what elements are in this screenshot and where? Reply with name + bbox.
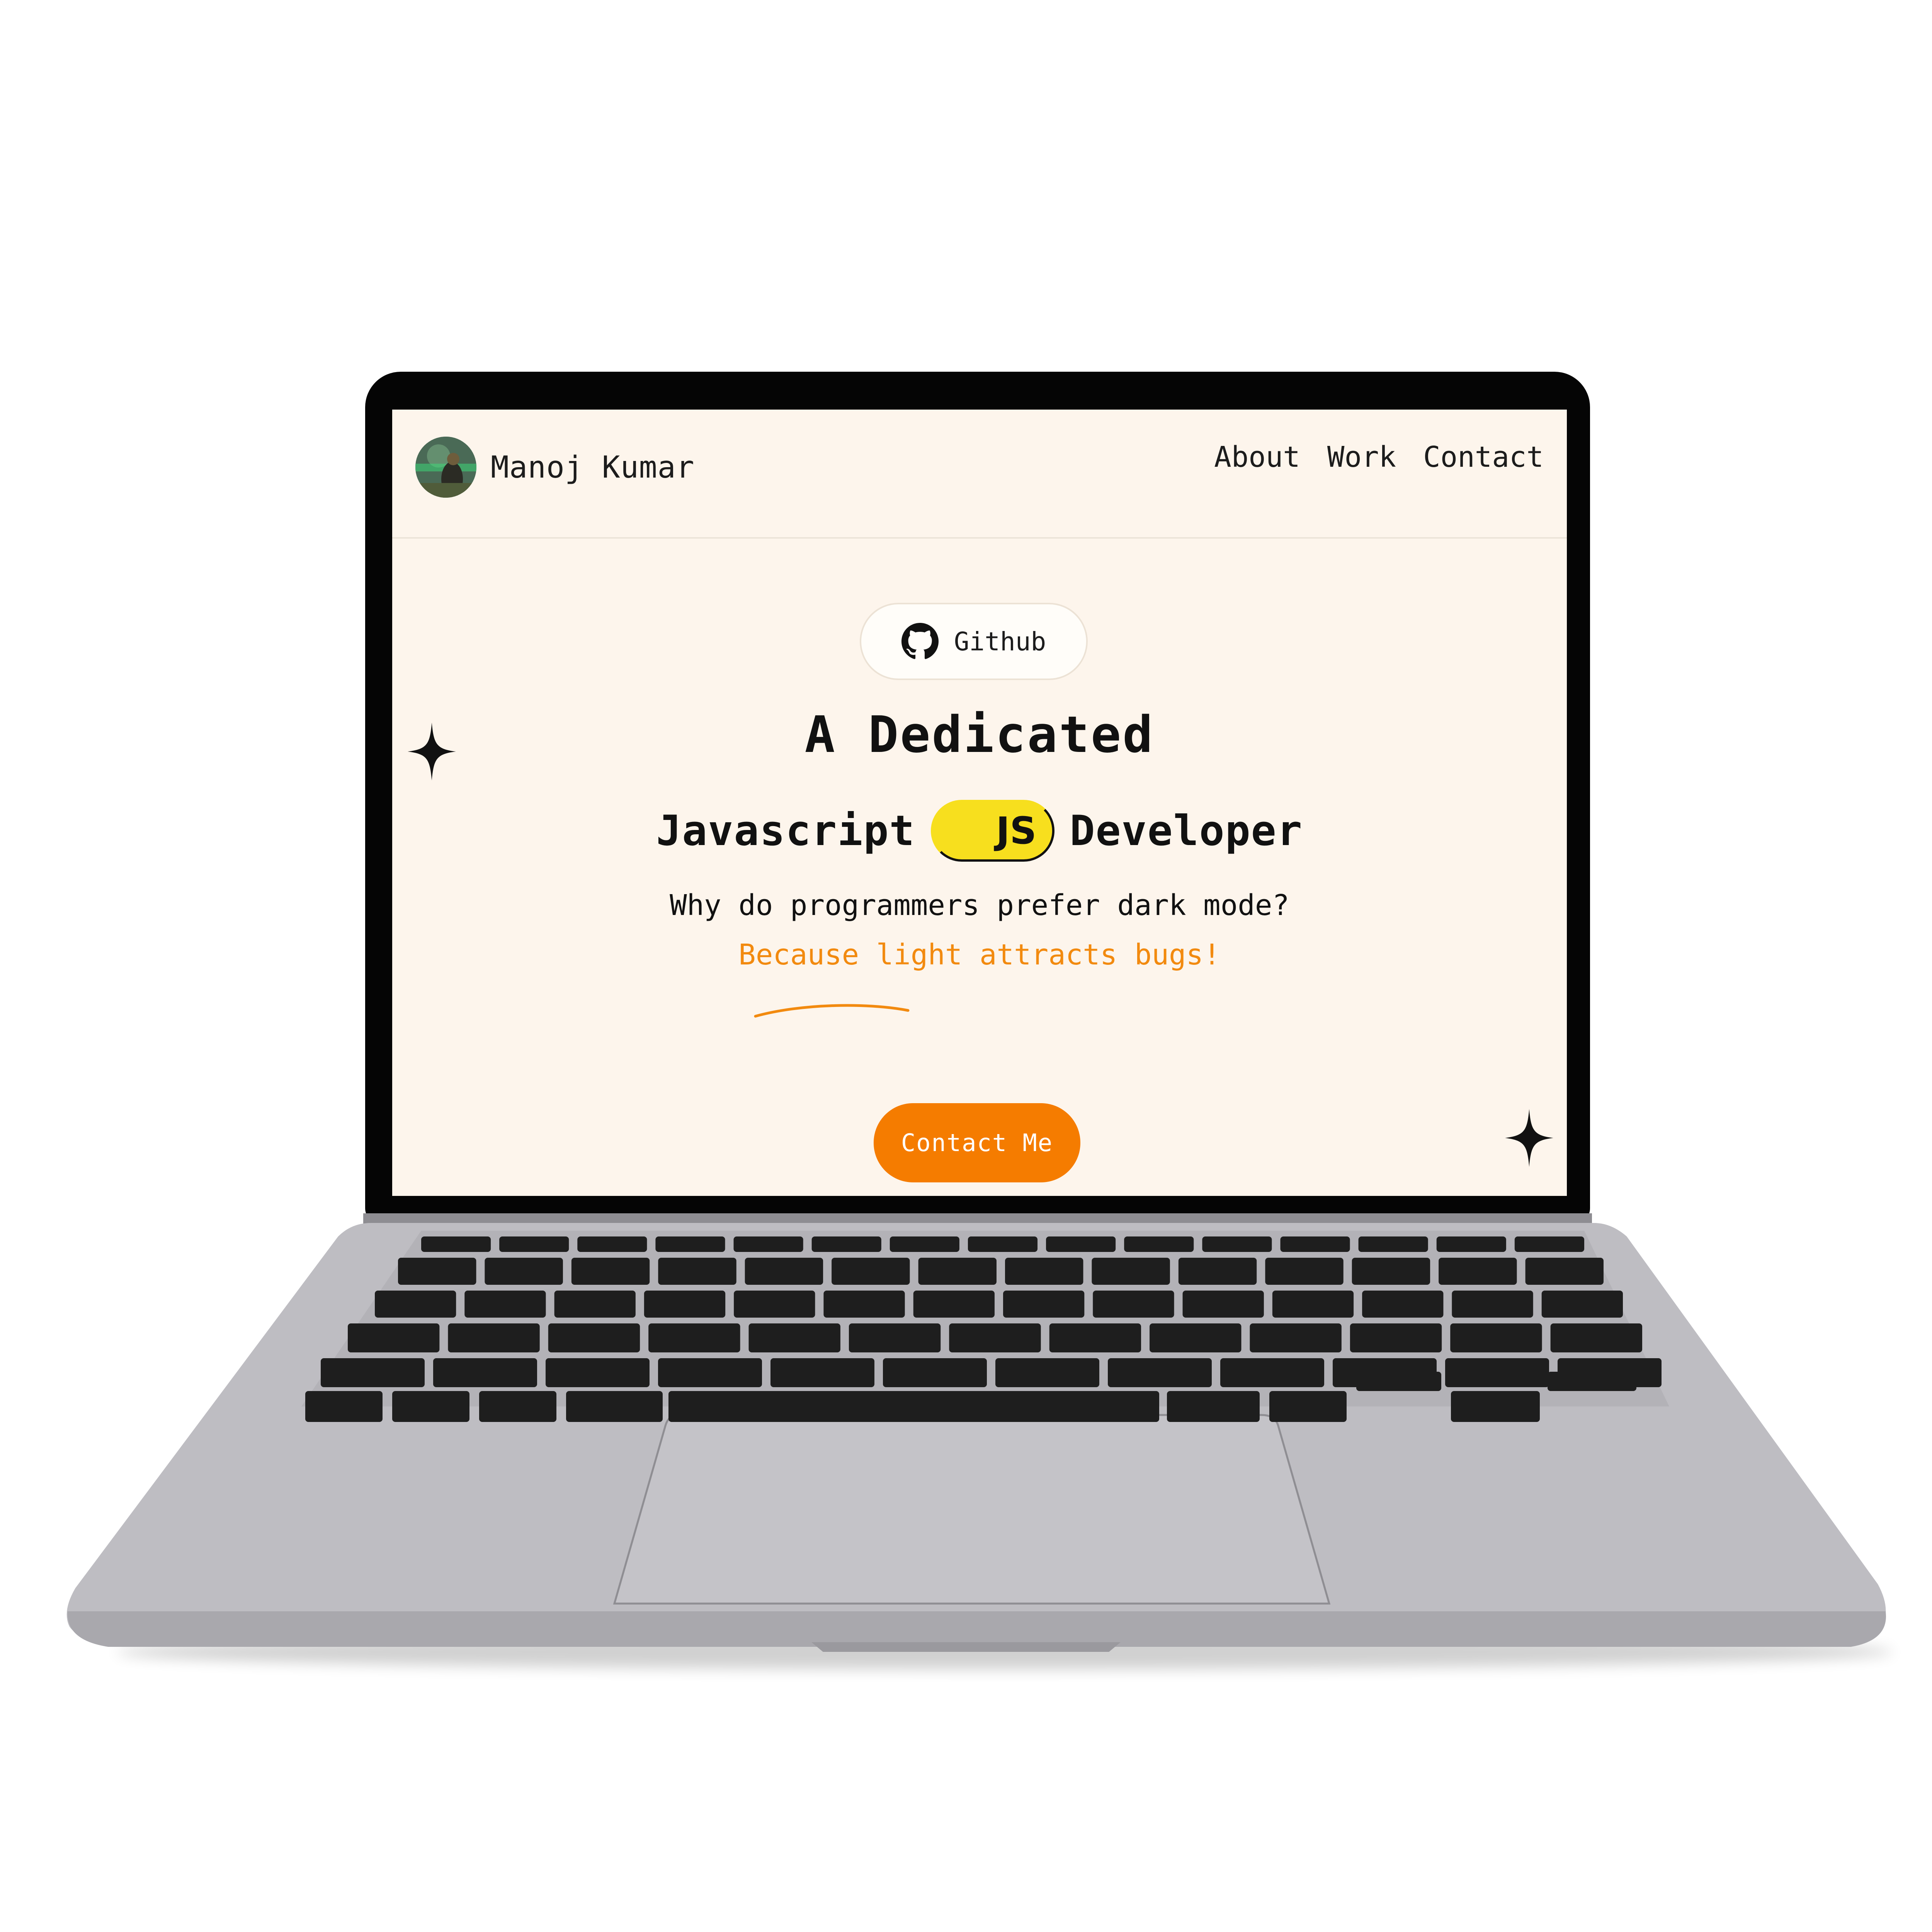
laptop-base	[0, 0, 1932, 1932]
keyboard-key	[1548, 1372, 1636, 1391]
keyboard-key	[1352, 1258, 1430, 1285]
keyboard-key	[748, 1323, 840, 1352]
keyboard-key	[499, 1236, 569, 1252]
keyboard-key	[1450, 1323, 1542, 1352]
keyboard-key	[577, 1236, 647, 1252]
keyboard-key	[1269, 1391, 1347, 1422]
keyboard-key	[733, 1236, 803, 1252]
keyboard	[305, 1236, 1662, 1422]
keyboard-key	[348, 1323, 440, 1352]
keyboard-key	[658, 1358, 762, 1387]
keyboard-key	[1265, 1258, 1344, 1285]
keyboard-key	[305, 1391, 383, 1422]
keyboard-key	[883, 1358, 987, 1387]
keyboard-key	[995, 1358, 1099, 1387]
keyboard-key	[1150, 1323, 1242, 1352]
keyboard-key	[1202, 1236, 1272, 1252]
keyboard-key	[811, 1236, 881, 1252]
keyboard-key	[832, 1258, 910, 1285]
keyboard-key	[644, 1291, 726, 1318]
keyboard-key	[1445, 1358, 1549, 1387]
keyboard-key	[548, 1323, 640, 1352]
keyboard-key	[1358, 1236, 1428, 1252]
keyboard-key	[1124, 1236, 1194, 1252]
keyboard-key	[823, 1291, 905, 1318]
keyboard-key	[1272, 1291, 1354, 1318]
keyboard-key	[658, 1258, 736, 1285]
keyboard-key	[1514, 1236, 1584, 1252]
keyboard-key	[770, 1358, 874, 1387]
keyboard-key	[1356, 1372, 1441, 1391]
keyboard-key	[1350, 1323, 1442, 1352]
keyboard-key	[849, 1323, 941, 1352]
keyboard-key	[321, 1358, 425, 1387]
keyboard-key	[1167, 1391, 1260, 1422]
keyboard-key	[421, 1236, 491, 1252]
keyboard-key	[918, 1258, 997, 1285]
keyboard-key	[1108, 1358, 1212, 1387]
keyboard-key	[464, 1291, 546, 1318]
keyboard-key	[1178, 1258, 1257, 1285]
keyboard-key	[398, 1258, 476, 1285]
keyboard-key	[1049, 1323, 1141, 1352]
keyboard-key	[485, 1258, 563, 1285]
keyboard-key	[1003, 1291, 1085, 1318]
keyboard-key	[554, 1291, 636, 1318]
keyboard-key	[1439, 1258, 1517, 1285]
keyboard-key	[1093, 1291, 1174, 1318]
keyboard-key	[479, 1391, 556, 1422]
keyboard-key	[1220, 1358, 1324, 1387]
keyboard-key	[1541, 1291, 1623, 1318]
keyboard-key	[1182, 1291, 1264, 1318]
keyboard-key	[913, 1291, 995, 1318]
keyboard-key	[734, 1291, 815, 1318]
keyboard-key	[949, 1323, 1041, 1352]
keyboard-key	[1550, 1323, 1642, 1352]
keyboard-key	[1046, 1236, 1116, 1252]
keyboard-key	[968, 1236, 1038, 1252]
keyboard-key	[448, 1323, 540, 1352]
keyboard-key	[571, 1258, 650, 1285]
keyboard-key	[648, 1323, 740, 1352]
keyboard-key	[1451, 1391, 1540, 1422]
keyboard-key	[1005, 1258, 1083, 1285]
keyboard-key	[1452, 1291, 1533, 1318]
keyboard-key	[703, 1391, 1159, 1422]
keyboard-key	[1436, 1236, 1506, 1252]
keyboard-key	[1250, 1323, 1342, 1352]
keyboard-key	[655, 1236, 725, 1252]
keyboard-key	[375, 1291, 456, 1318]
keyboard-key	[566, 1391, 663, 1422]
keyboard-key	[745, 1258, 823, 1285]
keyboard-key	[1525, 1258, 1604, 1285]
keyboard-key	[1092, 1258, 1170, 1285]
keyboard-key	[889, 1236, 959, 1252]
keyboard-key	[392, 1391, 469, 1422]
keyboard-key	[546, 1358, 650, 1387]
keyboard-key	[1362, 1291, 1444, 1318]
keyboard-key	[1280, 1236, 1350, 1252]
keyboard-key	[433, 1358, 537, 1387]
